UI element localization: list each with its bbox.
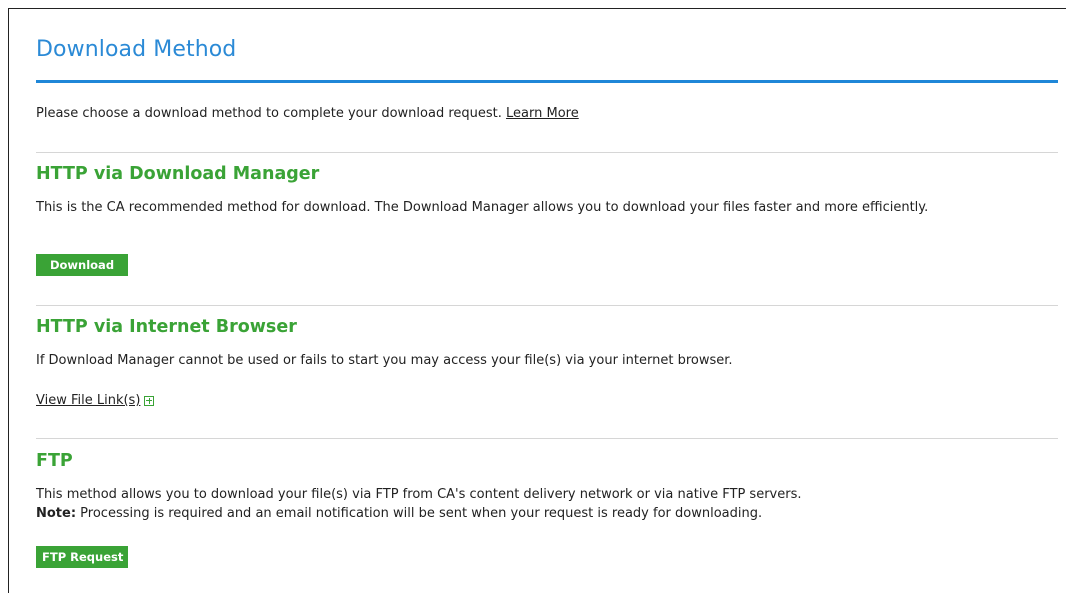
section-title-ftp: FTP <box>36 451 73 471</box>
note-label: Note: <box>36 506 77 521</box>
note-text: Processing is required and an email noti… <box>76 506 763 521</box>
view-file-links-link[interactable]: View File Link(s) <box>36 393 140 408</box>
view-file-links-row: View File Link(s) <box>36 393 155 408</box>
download-method-panel: Download Method Please choose a download… <box>8 8 1066 593</box>
section-title-http-download-manager: HTTP via Download Manager <box>36 164 320 184</box>
download-button[interactable]: Download <box>36 254 128 276</box>
intro-text: Please choose a download method to compl… <box>36 106 502 121</box>
section-divider <box>36 305 1058 306</box>
ftp-request-button[interactable]: FTP Request <box>36 546 128 568</box>
section-title-http-internet-browser: HTTP via Internet Browser <box>36 317 297 337</box>
plus-box-icon[interactable] <box>144 395 155 406</box>
title-divider <box>36 80 1058 83</box>
learn-more-link[interactable]: Learn More <box>506 106 579 121</box>
section-description-http-internet-browser: If Download Manager cannot be used or fa… <box>36 353 733 368</box>
ftp-note-line: Note: Processing is required and an emai… <box>36 504 1036 523</box>
section-divider <box>36 438 1058 439</box>
ftp-description-line: This method allows you to download your … <box>36 487 802 502</box>
section-description-ftp: This method allows you to download your … <box>36 485 1036 523</box>
section-divider <box>36 152 1058 153</box>
intro-text-row: Please choose a download method to compl… <box>36 106 579 121</box>
page-title: Download Method <box>36 37 237 62</box>
section-description-http-download-manager: This is the CA recommended method for do… <box>36 200 929 215</box>
